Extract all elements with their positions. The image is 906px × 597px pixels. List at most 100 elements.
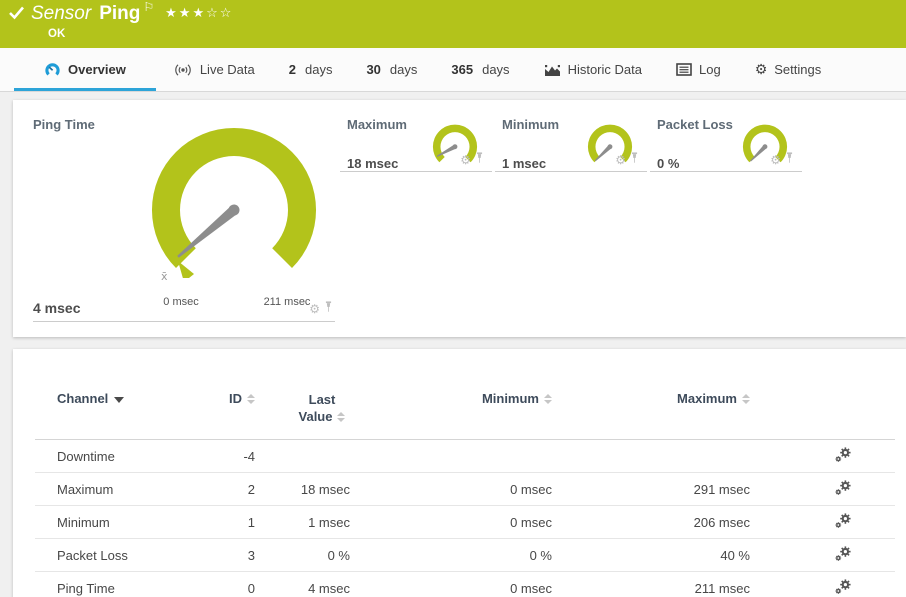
col-header-maximum[interactable]: Maximum: [552, 385, 750, 440]
prtg-sensor-page: Sensor Ping ⚐ ★★★☆☆ OK Overview Live Dat…: [0, 0, 906, 597]
gauge-min-label: 0 msec: [151, 296, 211, 308]
channel-id: 3: [220, 539, 255, 572]
table-row[interactable]: Downtime -4: [35, 440, 895, 473]
gauge-needle: [174, 202, 241, 261]
channel-maximum: 206 msec: [552, 506, 750, 539]
col-header-minimum[interactable]: Minimum: [350, 385, 552, 440]
log-icon: [676, 63, 692, 76]
maximum-gauge-title: Maximum: [347, 117, 407, 132]
ping-time-value: 4 msec: [33, 300, 80, 316]
channel-last-value: 0 %: [255, 539, 350, 572]
col-header-id[interactable]: ID: [220, 385, 255, 440]
tab-2-days-label: days: [305, 62, 332, 77]
gear-icon: ⚙: [755, 62, 768, 78]
tab-historic-data[interactable]: Historic Data: [527, 48, 659, 91]
channel-minimum: 0 %: [350, 539, 552, 572]
tab-2-days-number: 2: [289, 62, 296, 77]
tab-365-days-number: 365: [451, 62, 473, 77]
channel-id: -4: [220, 440, 255, 473]
channel-maximum: [552, 440, 750, 473]
stars-filled: ★★★: [165, 6, 206, 21]
area-chart-icon: [544, 63, 561, 77]
maximum-value: 18 msec: [347, 156, 398, 171]
channel-maximum: 40 %: [552, 539, 750, 572]
tab-2-days[interactable]: 2 days: [272, 48, 350, 91]
channel-name[interactable]: Minimum: [35, 506, 220, 539]
minimum-gauge-title: Minimum: [502, 117, 559, 132]
packet-loss-gauge-tile: Packet Loss 0 % ⚙: [650, 112, 802, 172]
flag-icon[interactable]: ⚐: [143, 0, 154, 14]
channel-settings-gears-icon[interactable]: [834, 451, 853, 466]
average-marker: x̄: [161, 270, 168, 283]
channel-name[interactable]: Downtime: [35, 440, 220, 473]
sensor-header: Sensor Ping ⚐ ★★★☆☆ OK: [0, 0, 906, 48]
table-row[interactable]: Maximum 2 18 msec 0 msec 291 msec: [35, 473, 895, 506]
minimum-value: 1 msec: [502, 156, 546, 171]
table-row[interactable]: Packet Loss 3 0 % 0 % 40 %: [35, 539, 895, 572]
tile-pin-icon[interactable]: [785, 151, 794, 169]
priority-stars[interactable]: ★★★☆☆: [165, 6, 233, 21]
channel-minimum: 0 msec: [350, 572, 552, 597]
ping-time-gauge: [146, 122, 322, 278]
sensor-name: Ping: [99, 3, 140, 25]
tab-historic-data-label: Historic Data: [568, 62, 642, 77]
tab-settings-label: Settings: [774, 62, 821, 77]
channel-minimum: 0 msec: [350, 506, 552, 539]
tab-live-data[interactable]: Live Data: [156, 48, 272, 91]
channel-name[interactable]: Maximum: [35, 473, 220, 506]
sort-icon: [742, 394, 750, 404]
table-row[interactable]: Minimum 1 1 msec 0 msec 206 msec: [35, 506, 895, 539]
channel-minimum: 0 msec: [350, 473, 552, 506]
minimum-gauge-tile: Minimum 1 msec ⚙: [495, 112, 647, 172]
tab-365-days-label: days: [482, 62, 509, 77]
channel-maximum: 211 msec: [552, 572, 750, 597]
sort-icon: [247, 394, 255, 404]
tile-settings-gear-icon[interactable]: ⚙: [309, 302, 320, 316]
broadcast-icon: [173, 63, 193, 77]
tile-pin-icon[interactable]: [475, 151, 484, 169]
gauges-panel: Ping Time x̄ 0 msec 211 msec 4 msec ⚙ Ma…: [13, 100, 906, 337]
tab-overview[interactable]: Overview: [14, 48, 156, 91]
channel-settings-gears-icon[interactable]: [834, 583, 853, 597]
gauge-icon: [44, 61, 61, 78]
tab-settings[interactable]: ⚙ Settings: [738, 48, 839, 91]
table-header-row: Channel ID Last Value Minimum Maximum: [35, 385, 895, 440]
tab-30-days-number: 30: [366, 62, 380, 77]
col-header-channel[interactable]: Channel: [35, 385, 220, 440]
channels-table: Channel ID Last Value Minimum Maximum: [35, 385, 895, 597]
channel-last-value: [255, 440, 350, 473]
tile-pin-icon[interactable]: [630, 151, 639, 169]
tab-365-days[interactable]: 365 days: [434, 48, 526, 91]
tab-overview-label: Overview: [68, 62, 126, 77]
tile-settings-gear-icon[interactable]: ⚙: [615, 153, 626, 167]
tile-settings-gear-icon[interactable]: ⚙: [770, 153, 781, 167]
channel-name[interactable]: Packet Loss: [35, 539, 220, 572]
tab-30-days[interactable]: 30 days: [349, 48, 434, 91]
tab-bar: Overview Live Data 2 days 30 days 365 da…: [0, 48, 906, 92]
tile-settings-gear-icon[interactable]: ⚙: [460, 153, 471, 167]
maximum-gauge-tile: Maximum 18 msec ⚙: [340, 112, 492, 172]
tab-live-data-label: Live Data: [200, 62, 255, 77]
channel-name[interactable]: Ping Time: [35, 572, 220, 597]
channel-settings-gears-icon[interactable]: [834, 550, 853, 565]
tab-log-label: Log: [699, 62, 721, 77]
tab-log[interactable]: Log: [659, 48, 738, 91]
packet-loss-value: 0 %: [657, 156, 679, 171]
channel-last-value: 18 msec: [255, 473, 350, 506]
channel-minimum: [350, 440, 552, 473]
tile-pin-icon[interactable]: [324, 300, 333, 318]
sort-icon: [544, 394, 552, 404]
channel-settings-gears-icon[interactable]: [834, 517, 853, 532]
ping-time-gauge-tile: Ping Time x̄ 0 msec 211 msec 4 msec ⚙: [33, 112, 335, 322]
packet-loss-gauge-title: Packet Loss: [657, 117, 733, 132]
table-row[interactable]: Ping Time 0 4 msec 0 msec 211 msec: [35, 572, 895, 597]
sorted-desc-icon: [114, 397, 124, 403]
channel-maximum: 291 msec: [552, 473, 750, 506]
col-header-last-value[interactable]: Last Value: [255, 385, 350, 440]
stars-empty: ☆☆: [206, 6, 233, 21]
tab-30-days-label: days: [390, 62, 417, 77]
sensor-type-label: Sensor: [31, 3, 91, 25]
channel-id: 1: [220, 506, 255, 539]
main-gauge-title: Ping Time: [33, 117, 95, 132]
channel-settings-gears-icon[interactable]: [834, 484, 853, 499]
